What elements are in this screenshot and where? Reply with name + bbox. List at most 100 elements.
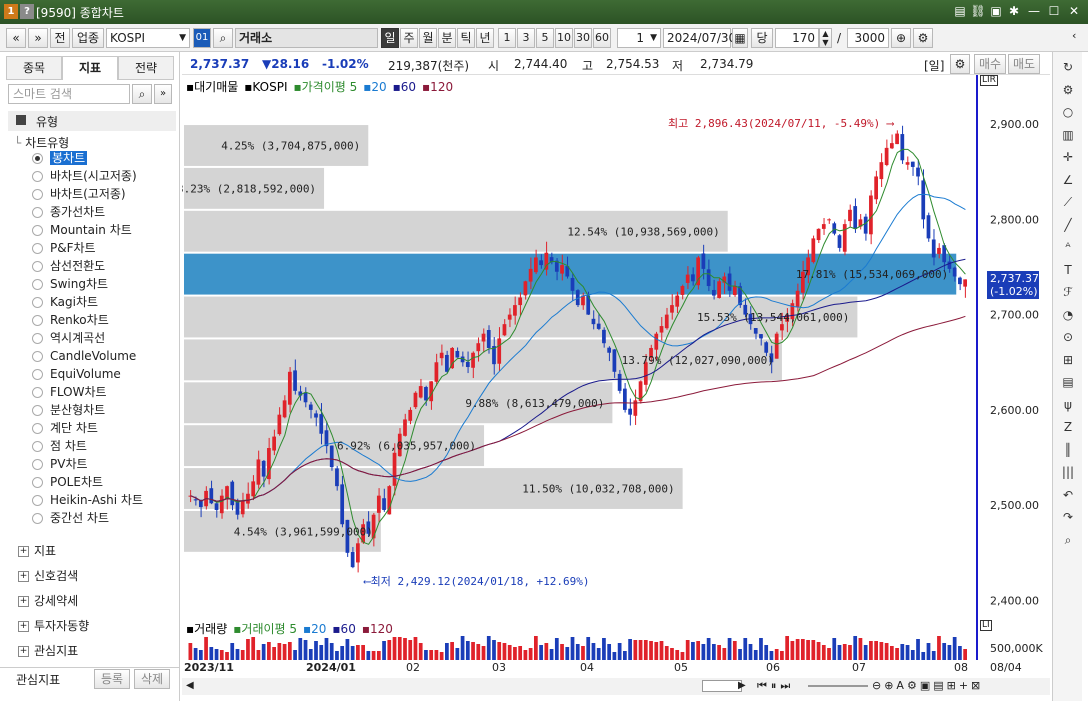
radio-icon[interactable] xyxy=(32,171,43,182)
auto-icon[interactable]: ᴬ xyxy=(1059,238,1077,256)
chart-type-item[interactable]: PV차트 xyxy=(32,456,88,473)
radio-icon[interactable] xyxy=(32,333,43,344)
radio-icon[interactable] xyxy=(32,351,43,362)
group-item[interactable]: + 지표 xyxy=(18,543,168,561)
period-4[interactable]: 틱 xyxy=(457,28,475,48)
z-icon[interactable]: Z xyxy=(1059,418,1077,436)
chart-type-item[interactable]: 바차트(시고저종) xyxy=(32,168,137,185)
tab-1[interactable]: 지표 xyxy=(62,56,118,80)
zoom-icon[interactable]: ⊙ xyxy=(1059,328,1077,346)
legend-item[interactable]: ▪20 xyxy=(363,80,386,94)
chart-tool-icons[interactable]: ⊖⊕A⚙▣▤⊞+⊠ xyxy=(872,679,983,692)
volume-chart[interactable]: ▪거래량 ▪거래이평 5 ▪20 ▪60 ▪120 LI 500,000K xyxy=(182,620,1050,660)
link-icon[interactable]: ⛓ xyxy=(970,3,986,19)
legend-item[interactable]: ▪120 xyxy=(422,80,453,94)
count-input[interactable]: 170 xyxy=(775,28,819,48)
history-button[interactable]: » xyxy=(28,28,48,48)
interval-5[interactable]: 5 xyxy=(536,28,554,48)
help-icon[interactable]: ? xyxy=(20,4,34,19)
expand-icon[interactable]: + xyxy=(18,571,29,582)
radio-icon[interactable] xyxy=(32,261,43,272)
prev-button[interactable]: « xyxy=(6,28,26,48)
radio-icon[interactable] xyxy=(32,279,43,290)
count-label[interactable]: 당 xyxy=(751,28,773,48)
scroll-thumb[interactable] xyxy=(702,680,742,692)
legend-item[interactable]: ▪가격이평 5 xyxy=(293,80,357,94)
unit-input[interactable]: 1 ▼ xyxy=(617,28,661,48)
expand-icon[interactable]: + xyxy=(18,546,29,557)
radio-icon[interactable] xyxy=(32,243,43,254)
chart-type-item[interactable]: 봉차트 xyxy=(32,150,88,167)
expand-icon[interactable]: + xyxy=(18,646,29,657)
zoom-slider[interactable] xyxy=(808,685,868,687)
radio-icon[interactable] xyxy=(32,189,43,200)
radio-icon[interactable] xyxy=(32,207,43,218)
register-button[interactable]: 등록 xyxy=(94,669,130,689)
interval-60[interactable]: 60 xyxy=(593,28,611,48)
group-item[interactable]: + 투자자동향 xyxy=(18,618,168,636)
period-2[interactable]: 월 xyxy=(419,28,437,48)
settings-icon[interactable]: ✱ xyxy=(1006,3,1022,19)
search-icon[interactable]: ⌕ xyxy=(1059,531,1077,549)
radio-icon[interactable] xyxy=(32,297,43,308)
delete-button[interactable]: 삭제 xyxy=(134,669,170,689)
count-stepper[interactable]: ▲ ▼ xyxy=(819,28,832,48)
radio-icon[interactable] xyxy=(32,441,43,452)
chart-type-item[interactable]: Swing차트 xyxy=(32,276,108,293)
bar-chart-icon[interactable]: ▥ xyxy=(1059,126,1077,144)
close-icon[interactable]: ✕ xyxy=(1066,3,1082,19)
all-button[interactable]: 전 xyxy=(50,28,70,48)
period-3[interactable]: 분 xyxy=(438,28,456,48)
search-icon[interactable]: ⌕ xyxy=(132,84,152,104)
legend-item[interactable]: ▪60 xyxy=(393,80,416,94)
interval-30[interactable]: 30 xyxy=(574,28,592,48)
expand-icon[interactable]: » xyxy=(154,84,172,104)
chart-canvas[interactable]: 4.25% (3,704,875,000) 3.23% (2,818,592,00… xyxy=(182,75,1050,620)
radio-icon[interactable] xyxy=(32,153,43,164)
collapse-icon[interactable]: ‹ xyxy=(1072,29,1076,42)
bars-icon[interactable]: ║ xyxy=(1059,441,1077,459)
period-5[interactable]: 년 xyxy=(476,28,494,48)
scroll-right-icon[interactable]: ▶ xyxy=(738,680,746,691)
chart-type-item[interactable]: Renko차트 xyxy=(32,312,109,329)
columns-icon[interactable]: ||| xyxy=(1059,463,1077,481)
buy-button[interactable]: 매수 xyxy=(974,54,1006,74)
period-0[interactable]: 일 xyxy=(381,28,399,48)
smart-search-input[interactable]: 스마트 검색 xyxy=(8,84,130,104)
chart-type-item[interactable]: 점 차트 xyxy=(32,438,87,455)
chart-type-item[interactable]: Kagi차트 xyxy=(32,294,98,311)
minimize-icon[interactable]: — xyxy=(1026,3,1042,19)
chart-type-item[interactable]: 중간선 차트 xyxy=(32,510,109,527)
chart-type-item[interactable]: 계단 차트 xyxy=(32,420,98,437)
redo-icon[interactable]: ↷ xyxy=(1059,508,1077,526)
volume-legend-item[interactable]: ▪120 xyxy=(362,622,393,636)
radio-icon[interactable] xyxy=(32,387,43,398)
interval-10[interactable]: 10 xyxy=(555,28,573,48)
radio-icon[interactable] xyxy=(32,459,43,470)
arc-icon[interactable]: ◔ xyxy=(1059,306,1077,324)
gear-icon[interactable]: ⚙ xyxy=(913,28,933,48)
refresh-icon[interactable]: ↻ xyxy=(1059,58,1077,76)
chart-type-item[interactable]: FLOW차트 xyxy=(32,384,107,401)
volume-legend-item[interactable]: ▪60 xyxy=(332,622,355,636)
chart-type-item[interactable]: POLE차트 xyxy=(32,474,103,491)
chart-scrollbar[interactable]: ◀ ▶ ⏮⏸⏭ ⊖⊕A⚙▣▤⊞+⊠ xyxy=(182,678,1050,695)
legend-item[interactable]: ▪KOSPI xyxy=(244,80,287,94)
window-list-icon[interactable]: ▤ xyxy=(952,3,968,19)
sell-button[interactable]: 매도 xyxy=(1008,54,1040,74)
chart-type-item[interactable]: EquiVolume xyxy=(32,366,121,383)
subsection-chart-type[interactable]: └ 차트유형 xyxy=(14,134,69,151)
legend-item[interactable]: ▪대기매물 xyxy=(186,80,238,94)
text-icon[interactable]: T xyxy=(1059,261,1077,279)
volume-legend-item[interactable]: ▪20 xyxy=(303,622,326,636)
sector-button[interactable]: 업종 xyxy=(72,28,104,48)
chart-type-item[interactable]: 바차트(고저종) xyxy=(32,186,126,203)
undo-icon[interactable]: ↶ xyxy=(1059,486,1077,504)
grid-icon[interactable]: ⊞ xyxy=(1059,351,1077,369)
settings-icon[interactable]: ⚙ xyxy=(1059,81,1077,99)
symbol-input[interactable]: KOSPI ▼ xyxy=(106,28,190,48)
interval-3[interactable]: 3 xyxy=(517,28,535,48)
circle-icon[interactable]: ○ xyxy=(1059,103,1077,121)
period-1[interactable]: 주 xyxy=(400,28,418,48)
fibonacci-icon[interactable]: ℱ xyxy=(1059,283,1077,301)
